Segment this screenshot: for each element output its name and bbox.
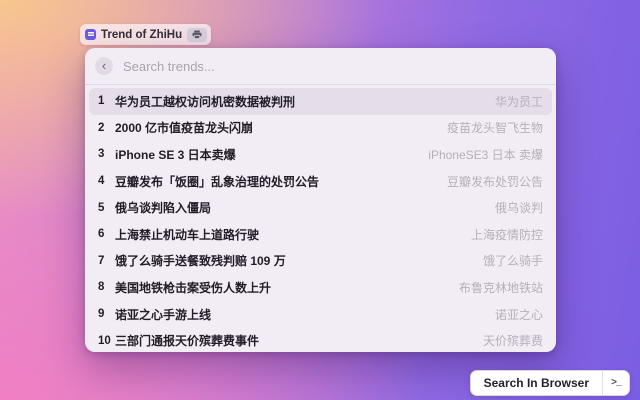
trend-row[interactable]: 2 2000 亿市值疫苗龙头闪崩 疫苗龙头智飞生物 bbox=[89, 115, 552, 142]
trend-rank: 5 bbox=[98, 201, 105, 214]
trend-tag: iPhoneSE3 日本 卖爆 bbox=[428, 147, 543, 162]
trend-tag: 俄乌谈判 bbox=[494, 201, 543, 216]
terminal-prompt-icon: >_ bbox=[601, 371, 629, 395]
search-in-browser-button[interactable]: Search In Browser >_ bbox=[469, 370, 630, 396]
search-input[interactable] bbox=[123, 58, 546, 74]
trend-rank: 6 bbox=[98, 228, 105, 241]
search-in-browser-label: Search In Browser bbox=[483, 376, 589, 390]
trend-tag: 上海疫情防控 bbox=[470, 227, 543, 242]
extension-title: Trend of ZhiHu bbox=[101, 28, 183, 41]
trend-row[interactable]: 4 豆瓣发布「饭圈」乱象治理的处罚公告 豆瓣发布处罚公告 bbox=[89, 168, 552, 195]
trend-title: 美国地铁枪击案受伤人数上升 bbox=[115, 280, 272, 295]
search-bar: ‹ bbox=[85, 48, 556, 85]
trend-rank: 8 bbox=[98, 281, 105, 294]
printer-icon[interactable] bbox=[187, 27, 208, 42]
trend-title: 饿了么骑手送餐致残判赔 109 万 bbox=[115, 254, 286, 269]
trend-title: 2000 亿市值疫苗龙头闪崩 bbox=[115, 121, 254, 136]
trend-row[interactable]: 6 上海禁止机动车上道路行驶 上海疫情防控 bbox=[89, 221, 552, 248]
trend-rank: 3 bbox=[98, 148, 105, 161]
trend-tag: 豆瓣发布处罚公告 bbox=[446, 174, 543, 189]
trend-tag: 疫苗龙头智飞生物 bbox=[446, 121, 543, 136]
trend-title: iPhone SE 3 日本卖爆 bbox=[115, 147, 236, 162]
trend-rank: 10 bbox=[98, 334, 111, 347]
trend-tag: 天价殡葬费 bbox=[482, 334, 543, 349]
trend-title: 豆瓣发布「饭圈」乱象治理的处罚公告 bbox=[115, 174, 320, 189]
trend-rank: 2 bbox=[98, 121, 105, 134]
trend-title: 诺亚之心手游上线 bbox=[115, 307, 212, 322]
extension-title-pill[interactable]: Trend of ZhiHu bbox=[80, 24, 212, 45]
trend-rank: 9 bbox=[98, 308, 105, 321]
trend-title: 三部门通报天价殡葬费事件 bbox=[115, 334, 260, 349]
trend-tag: 布鲁克林地铁站 bbox=[458, 280, 543, 295]
trend-row[interactable]: 8 美国地铁枪击案受伤人数上升 布鲁克林地铁站 bbox=[89, 274, 552, 301]
trend-rank: 4 bbox=[98, 175, 105, 188]
trend-title: 上海禁止机动车上道路行驶 bbox=[115, 227, 260, 242]
trend-row[interactable]: 7 饿了么骑手送餐致残判赔 109 万 饿了么骑手 bbox=[89, 248, 552, 275]
extension-icon bbox=[85, 29, 96, 40]
trend-title: 华为员工越权访问机密数据被判刑 bbox=[115, 94, 296, 109]
trend-rank: 1 bbox=[98, 95, 105, 108]
trend-tag: 诺亚之心 bbox=[494, 307, 543, 322]
trend-row[interactable]: 9 诺亚之心手游上线 诺亚之心 bbox=[89, 301, 552, 328]
trend-row[interactable]: 3 iPhone SE 3 日本卖爆 iPhoneSE3 日本 卖爆 bbox=[89, 141, 552, 168]
trends-list: 1 华为员工越权访问机密数据被判刑 华为员工 2 2000 亿市值疫苗龙头闪崩 … bbox=[85, 85, 556, 352]
trend-row[interactable]: 1 华为员工越权访问机密数据被判刑 华为员工 bbox=[89, 88, 552, 115]
trend-row[interactable]: 10 三部门通报天价殡葬费事件 天价殡葬费 bbox=[89, 327, 552, 352]
trend-title: 俄乌谈判陷入僵局 bbox=[115, 201, 212, 216]
trend-rank: 7 bbox=[98, 254, 105, 267]
trends-panel: ‹ 1 华为员工越权访问机密数据被判刑 华为员工 2 2000 亿市值疫苗龙头闪… bbox=[85, 48, 556, 352]
back-button[interactable]: ‹ bbox=[95, 57, 113, 75]
trend-tag: 华为员工 bbox=[494, 94, 543, 109]
trend-row[interactable]: 5 俄乌谈判陷入僵局 俄乌谈判 bbox=[89, 194, 552, 221]
trend-tag: 饿了么骑手 bbox=[482, 254, 543, 269]
chevron-left-icon: ‹ bbox=[101, 58, 107, 73]
